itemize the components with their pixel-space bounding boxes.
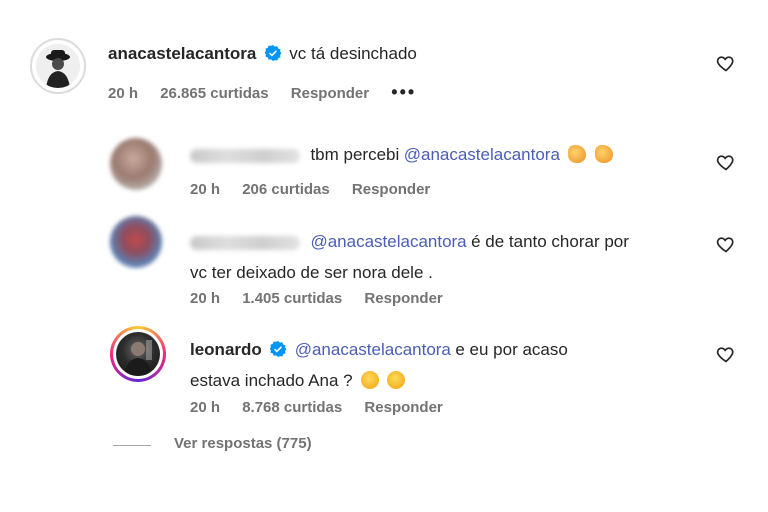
like-count[interactable]: 26.865 curtidas: [160, 85, 268, 102]
like-count[interactable]: 1.405 curtidas: [242, 290, 342, 307]
comment-text-line2: vc ter deixado de ser nora dele .: [190, 263, 433, 282]
comment-text: tbm percebi: [310, 145, 400, 164]
clapping-hands-icon: [594, 145, 613, 163]
reply-2-text: @anacastelacantora é de tanto chorar por…: [190, 227, 710, 289]
comment-text: vc tá desinchado: [289, 44, 417, 63]
mention-link[interactable]: @anacastelacantora: [310, 232, 466, 251]
reply-button[interactable]: Responder: [364, 290, 442, 307]
verified-icon: [266, 341, 290, 359]
reply-3-text: leonardo @anacastelacantora e eu por aca…: [190, 335, 710, 397]
main-comment-line: anacastelacantora vc tá desinchado: [108, 44, 417, 64]
like-count[interactable]: 206 curtidas: [242, 181, 330, 198]
heart-icon[interactable]: [716, 53, 736, 73]
reply-button[interactable]: Responder: [291, 85, 369, 102]
timestamp: 20 h: [190, 181, 221, 198]
reply-button[interactable]: Responder: [352, 181, 430, 198]
comment-text-line1: e eu por acaso: [455, 340, 568, 359]
reply-3-meta: 20 h 8.768 curtidas Responder: [190, 399, 461, 416]
heart-icon[interactable]: [716, 152, 736, 172]
avatar-photo: [36, 44, 80, 88]
mention-link[interactable]: @anacastelacantora: [404, 145, 560, 164]
reply-2-meta: 20 h 1.405 curtidas Responder: [190, 290, 461, 307]
avatar-blurred[interactable]: [110, 216, 162, 268]
username-blurred[interactable]: [190, 235, 300, 250]
timestamp: 20 h: [190, 290, 221, 307]
reply-1-line: tbm percebi @anacastelacantora: [190, 145, 613, 165]
comment-text-line1: é de tanto chorar por: [471, 232, 629, 251]
username-blurred[interactable]: [190, 148, 300, 163]
divider-line: [113, 445, 151, 446]
more-options-icon[interactable]: •••: [391, 82, 416, 102]
clapping-hands-icon: [568, 145, 587, 163]
heart-icon[interactable]: [716, 344, 736, 364]
like-count[interactable]: 8.768 curtidas: [242, 399, 342, 416]
timestamp: 20 h: [108, 85, 139, 102]
timestamp: 20 h: [190, 399, 221, 416]
username[interactable]: leonardo: [190, 340, 262, 359]
reply-1-meta: 20 h 206 curtidas Responder: [190, 181, 448, 198]
comment-text-line2: estava inchado Ana ?: [190, 371, 353, 390]
face-screaming-icon: [361, 371, 380, 389]
view-replies-button[interactable]: Ver respostas (775): [174, 435, 312, 452]
verified-icon: [261, 45, 285, 63]
main-comment-meta: 20 h 26.865 curtidas Responder •••: [108, 82, 434, 103]
avatar-leonardo[interactable]: [110, 326, 166, 382]
avatar-blurred[interactable]: [110, 138, 162, 190]
heart-icon[interactable]: [716, 234, 736, 254]
username[interactable]: anacastelacantora: [108, 44, 256, 63]
mention-link[interactable]: @anacastelacantora: [295, 340, 451, 359]
laughing-face-icon: [387, 371, 406, 389]
avatar-anacastelacantora[interactable]: [30, 38, 86, 94]
reply-button[interactable]: Responder: [364, 399, 442, 416]
